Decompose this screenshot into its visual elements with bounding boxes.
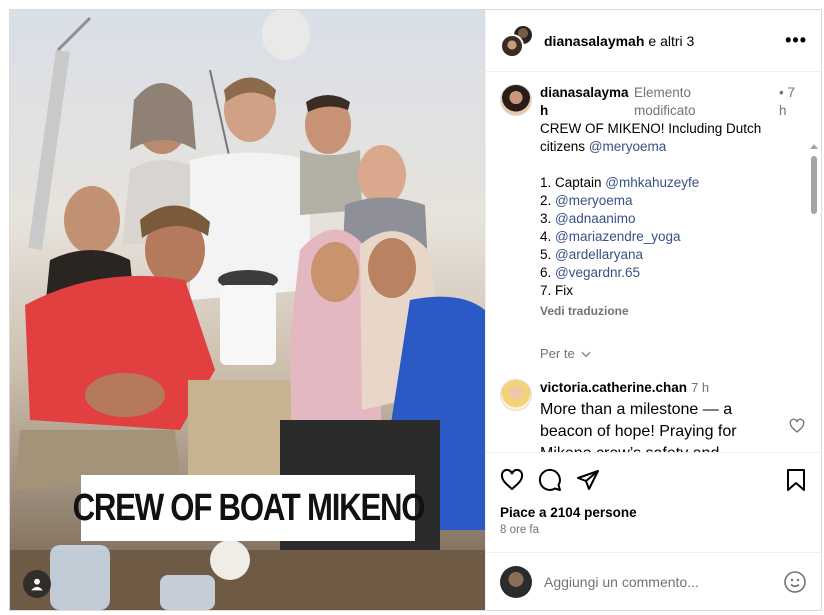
comment-item: victoria.catherine.chan 7 h More than a m… (500, 379, 801, 452)
comment-username[interactable]: victoria.catherine.chan (540, 380, 687, 395)
crew-list-item: 7. Fix (540, 283, 574, 298)
photo-banner-text: CREW OF BOAT MIKENO (72, 486, 425, 529)
header-collaborators[interactable]: e altri 3 (648, 33, 694, 49)
crew-list-item: 3. @adnaanimo (540, 210, 801, 228)
post-age: 8 ore fa (500, 524, 539, 536)
avatar (500, 565, 532, 598)
mention-link[interactable]: @adnaanimo (555, 211, 636, 226)
comment-like-icon[interactable] (789, 418, 805, 434)
photo-banner: CREW OF BOAT MIKENO (72, 475, 425, 541)
crew-list-item: 4. @mariazendre_yoga (540, 228, 801, 246)
caption-edited-label: Elemento modificato (634, 85, 696, 118)
scrollbar-thumb[interactable] (811, 156, 817, 214)
crew-number: 3. (540, 211, 556, 226)
comments-scroll-area[interactable]: dianasalaymah Elemento modificato • 7 h … (486, 72, 821, 452)
emoji-icon[interactable] (783, 570, 807, 594)
heart-icon[interactable] (500, 468, 524, 492)
crew-number: 5. (540, 247, 556, 262)
avatar[interactable] (500, 84, 532, 116)
crew-number: 1. Captain (540, 175, 606, 190)
comment-time: 7 h (691, 380, 710, 395)
comment-icon[interactable] (538, 468, 562, 492)
post-photo[interactable]: CREW OF BOAT MIKENO (10, 10, 485, 610)
collab-avatars[interactable] (500, 23, 534, 58)
chevron-down-icon (581, 351, 591, 357)
mention-link[interactable]: @meryoema (589, 139, 666, 154)
crew-number: 6. (540, 265, 556, 280)
crew-list-item: 5. @ardellaryana (540, 246, 801, 264)
caption-line: CREW OF MIKENO! Including Dutch citizens… (540, 120, 801, 156)
more-icon[interactable]: ••• (785, 30, 807, 51)
mention-link[interactable]: @mariazendre_yoga (555, 229, 681, 244)
crew-number: 2. (540, 193, 556, 208)
caption: dianasalaymah Elemento modificato • 7 h … (500, 84, 801, 320)
for-you-toggle[interactable]: Per te (540, 346, 801, 361)
caption-username[interactable]: dianasalaymah (540, 84, 630, 120)
post-header: dianasalaymah e altri 3 ••• (486, 10, 821, 72)
share-icon[interactable] (576, 468, 600, 492)
post-modal: CREW OF BOAT MIKENO dianasalaymah e altr… (9, 9, 822, 611)
post-side-panel: dianasalaymah e altri 3 ••• dianasalayma… (485, 10, 821, 610)
comment-text: More than a milestone — a beacon of hope… (540, 401, 737, 452)
bookmark-icon[interactable] (785, 468, 807, 492)
caption-time: • 7 h (779, 85, 795, 118)
see-translation-link[interactable]: Vedi traduzione (540, 302, 801, 320)
user-tag-icon[interactable] (23, 570, 51, 598)
avatar (500, 33, 524, 58)
crew-list-item: 6. @vegardnr.65 (540, 264, 801, 282)
scrollbar[interactable] (810, 142, 818, 452)
crew-number: 4. (540, 229, 556, 244)
add-comment-input[interactable]: Aggiungi un commento... (544, 574, 783, 590)
for-you-label: Per te (540, 346, 575, 361)
avatar[interactable] (500, 379, 532, 411)
mention-link[interactable]: @vegardnr.65 (555, 265, 640, 280)
header-username[interactable]: dianasalaymah (544, 33, 644, 49)
add-comment-bar: Aggiungi un commento... (486, 552, 821, 610)
mention-link[interactable]: @meryoema (555, 193, 632, 208)
crew-list-item: 1. Captain @mhkahuzeyfe (540, 174, 801, 192)
mention-link[interactable]: @mhkahuzeyfe (605, 175, 699, 190)
mention-link[interactable]: @ardellaryana (555, 247, 643, 262)
scroll-up-arrow[interactable] (810, 144, 818, 149)
likes-count[interactable]: Piace a 2104 persone (500, 505, 807, 520)
post-actions: Piace a 2104 persone 8 ore fa (486, 452, 821, 552)
crew-list-item: 2. @meryoema (540, 192, 801, 210)
